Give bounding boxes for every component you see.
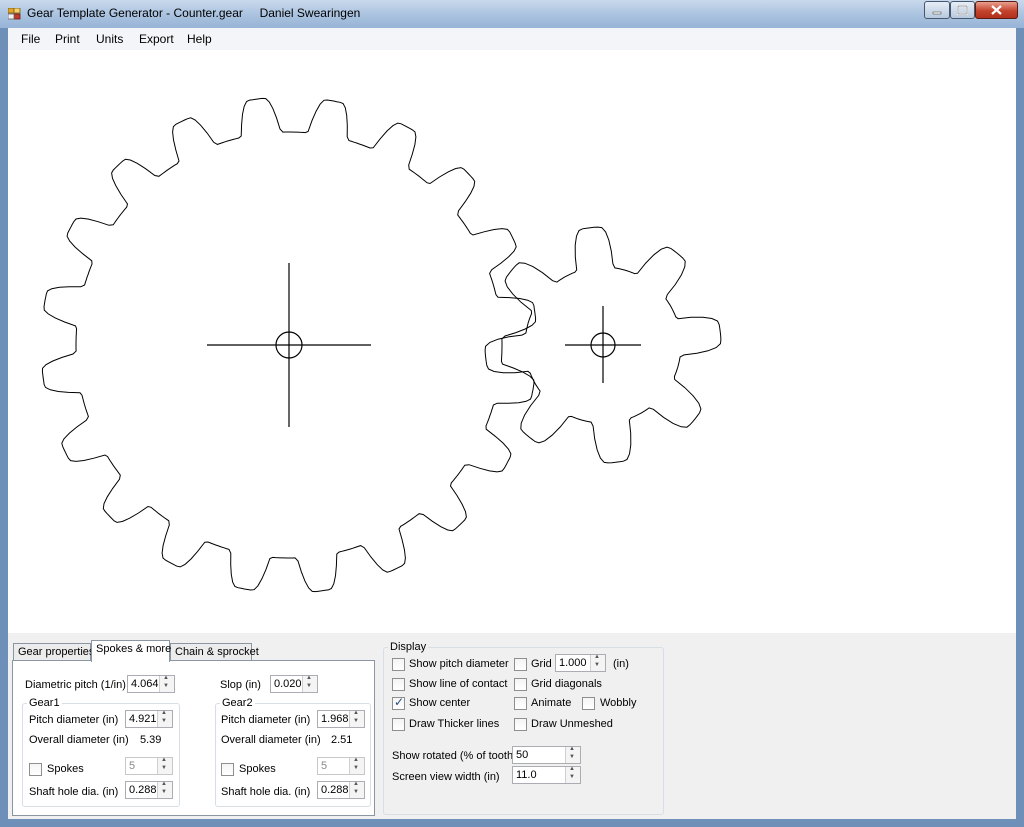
spokes-tab-panel: Diametric pitch (1/in) 4.064 Slop (in) 0… (12, 660, 375, 816)
screen-width-input[interactable]: 11.0 (512, 766, 581, 784)
gear1-center-mark (207, 263, 371, 427)
slop-label: Slop (in) (220, 679, 261, 691)
tab-chain-sprocket[interactable]: Chain & sprocket (170, 643, 259, 660)
grid-checkbox[interactable] (514, 658, 527, 671)
menu-print[interactable]: Print (55, 32, 80, 46)
show-line-label: Show line of contact (409, 678, 508, 690)
show-line-checkbox[interactable] (392, 678, 405, 691)
control-panel: Gear properties Spokes & more Chain & sp… (8, 633, 1016, 819)
gear2-pitch-label: Pitch diameter (in) (221, 714, 311, 726)
gear1-pitch-spinner[interactable] (157, 710, 172, 727)
gear-drawing (41, 97, 722, 593)
draw-unmeshed-checkbox[interactable] (514, 718, 527, 731)
gear2-spokes-spinner[interactable] (349, 757, 364, 774)
gear2-pitch-input[interactable]: 1.968 (317, 710, 365, 728)
animate-checkbox[interactable] (514, 697, 527, 710)
diametric-pitch-spinner[interactable] (159, 675, 174, 692)
gear1-shaft-label: Shaft hole dia. (in) (29, 786, 119, 798)
grid-unit-label: (in) (613, 658, 629, 670)
gear2-overall-label: Overall diameter (in) (221, 734, 321, 746)
grid-size-input[interactable]: 1.000 (555, 654, 606, 672)
close-icon (991, 5, 1002, 15)
gear2-pitch-spinner[interactable] (349, 710, 364, 727)
gear-canvas[interactable] (8, 50, 1016, 633)
window-title: Gear Template Generator - Counter.gear (27, 6, 243, 20)
gear1-spokes-checkbox[interactable] (29, 763, 42, 776)
gear1-pitch-label: Pitch diameter (in) (29, 714, 119, 726)
thicker-lines-label: Draw Thicker lines (409, 718, 500, 730)
screen-width-label: Screen view width (in) (392, 771, 500, 783)
gear2-overall-value: 2.51 (331, 734, 353, 746)
gear2-shaft-spinner[interactable] (349, 781, 364, 798)
wobbly-checkbox[interactable] (582, 697, 595, 710)
gear1-pitch-input[interactable]: 4.921 (125, 710, 173, 728)
gear1-overall-value: 5.39 (140, 734, 162, 746)
wobbly-label: Wobbly (600, 697, 637, 709)
grid-size-spinner[interactable] (590, 654, 605, 671)
gear2-spokes-label: Spokes (239, 763, 276, 775)
show-rotated-label: Show rotated (% of tooth) (392, 750, 517, 762)
show-pitch-checkbox[interactable] (392, 658, 405, 671)
minimize-button[interactable] (924, 1, 950, 19)
grid-diagonals-label: Grid diagonals (531, 678, 602, 690)
gear1-spokes-spinner[interactable] (157, 757, 172, 774)
gear-app-icon (8, 8, 21, 20)
menu-units[interactable]: Units (96, 32, 123, 46)
animate-label: Animate (531, 697, 572, 709)
slop-spinner[interactable] (302, 675, 317, 692)
menu-export[interactable]: Export (139, 32, 174, 46)
gear1-shaft-input[interactable]: 0.288 (125, 781, 173, 799)
gear1-shaft-spinner[interactable] (157, 781, 172, 798)
gear2-center-mark (565, 306, 641, 383)
show-center-checkbox[interactable] (392, 695, 405, 710)
menu-bar: File Print Units Export Help (8, 28, 1016, 51)
display-title: Display (388, 641, 429, 653)
gear1-title: Gear1 (27, 697, 62, 709)
author-name: Daniel Swearingen (259, 6, 361, 20)
display-group (383, 647, 664, 815)
show-center-label: Show center (409, 697, 471, 709)
show-rotated-spinner[interactable] (565, 746, 580, 763)
gear2-spokes-input[interactable]: 5 (317, 757, 365, 775)
maximize-button[interactable] (950, 1, 975, 19)
grid-diagonals-checkbox[interactable] (514, 678, 527, 691)
show-rotated-input[interactable]: 50 (512, 746, 581, 764)
gear2-spokes-checkbox[interactable] (221, 763, 234, 776)
maximize-icon (957, 5, 968, 15)
gear1-spokes-label: Spokes (47, 763, 84, 775)
gear2-title: Gear2 (220, 697, 255, 709)
show-pitch-label: Show pitch diameter (409, 658, 509, 670)
close-button[interactable] (975, 1, 1018, 19)
diametric-pitch-input[interactable]: 4.064 (127, 675, 175, 693)
screen-width-spinner[interactable] (565, 766, 580, 783)
draw-unmeshed-label: Draw Unmeshed (531, 718, 613, 730)
menu-help[interactable]: Help (187, 32, 212, 46)
grid-label: Grid (531, 658, 552, 670)
gear2-shaft-input[interactable]: 0.288 (317, 781, 365, 799)
tab-spokes-more[interactable]: Spokes & more (91, 640, 171, 662)
slop-input[interactable]: 0.020 (270, 675, 318, 693)
tab-gear-properties[interactable]: Gear properties (13, 643, 94, 660)
gear2-shaft-label: Shaft hole dia. (in) (221, 786, 311, 798)
minimize-icon (932, 11, 942, 15)
title-bar[interactable]: Gear Template Generator - Counter.gear D… (0, 0, 1024, 28)
menu-file[interactable]: File (21, 32, 40, 46)
gear1-overall-label: Overall diameter (in) (29, 734, 129, 746)
thicker-lines-checkbox[interactable] (392, 718, 405, 731)
gear1-spokes-input[interactable]: 5 (125, 757, 173, 775)
diametric-pitch-label: Diametric pitch (1/in) (25, 679, 126, 691)
